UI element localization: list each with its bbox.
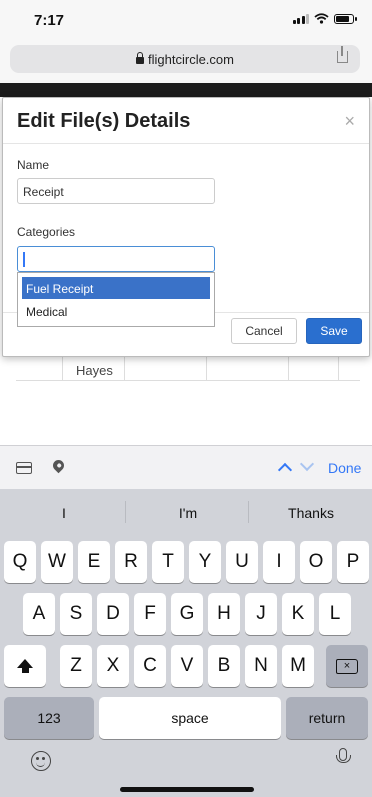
suggestion-3[interactable]: Thanks	[249, 505, 372, 521]
key-w[interactable]: W	[41, 541, 73, 583]
key-b[interactable]: B	[208, 645, 240, 687]
key-k[interactable]: K	[282, 593, 314, 635]
microphone-icon[interactable]	[336, 748, 351, 763]
done-button[interactable]: Done	[328, 460, 361, 476]
key-y[interactable]: Y	[189, 541, 221, 583]
name-field[interactable]: Receipt	[17, 178, 215, 204]
wifi-icon	[314, 13, 329, 24]
card-icon[interactable]	[16, 462, 32, 474]
key-a[interactable]: A	[23, 593, 55, 635]
signal-icon	[292, 13, 309, 24]
key-i[interactable]: I	[263, 541, 295, 583]
home-indicator	[120, 787, 254, 792]
suggestion-1[interactable]: I	[2, 505, 126, 521]
key-d[interactable]: D	[97, 593, 129, 635]
key-g[interactable]: G	[171, 593, 203, 635]
key-f[interactable]: F	[134, 593, 166, 635]
key-c[interactable]: C	[134, 645, 166, 687]
site-header	[0, 83, 372, 97]
categories-dropdown: Fuel Receipt Medical	[17, 272, 215, 327]
chevron-down-icon[interactable]	[299, 456, 315, 472]
key-q[interactable]: Q	[4, 541, 36, 583]
key-t[interactable]: T	[152, 541, 184, 583]
keyboard: I I'm Thanks Q W E R T Y U I O P A S D F…	[0, 489, 372, 797]
categories-label: Categories	[17, 225, 76, 239]
key-s[interactable]: S	[60, 593, 92, 635]
suggestion-2[interactable]: I'm	[126, 505, 250, 521]
key-z[interactable]: Z	[60, 645, 92, 687]
return-key[interactable]: return	[286, 697, 368, 739]
backspace-icon: ×	[336, 658, 358, 674]
edit-files-modal: Edit File(s) Details × Name Receipt Cate…	[2, 97, 370, 357]
battery-icon	[334, 13, 357, 24]
key-j[interactable]: J	[245, 593, 277, 635]
url-text: flightcircle.com	[148, 51, 234, 67]
modal-title: Edit File(s) Details	[17, 110, 191, 132]
key-l[interactable]: L	[319, 593, 351, 635]
key-p[interactable]: P	[337, 541, 369, 583]
share-icon[interactable]	[337, 46, 348, 63]
dropdown-option-medical[interactable]: Medical	[22, 300, 210, 322]
shift-key[interactable]	[4, 645, 46, 687]
save-button[interactable]: Save	[306, 318, 362, 344]
dropdown-option-fuel-receipt[interactable]: Fuel Receipt	[22, 277, 210, 299]
lock-icon	[136, 51, 145, 64]
suggestion-bar: I I'm Thanks	[0, 489, 372, 535]
key-x[interactable]: X	[97, 645, 129, 687]
space-key[interactable]: space	[99, 697, 281, 739]
cancel-button[interactable]: Cancel	[231, 318, 297, 344]
key-m[interactable]: M	[282, 645, 314, 687]
browser-toolbar: flightcircle.com	[0, 36, 372, 83]
key-v[interactable]: V	[171, 645, 203, 687]
address-bar[interactable]: flightcircle.com	[10, 45, 360, 73]
name-label: Name	[17, 158, 50, 172]
divider	[3, 143, 369, 144]
key-o[interactable]: O	[300, 541, 332, 583]
key-h[interactable]: H	[208, 593, 240, 635]
chevron-up-icon[interactable]	[277, 462, 293, 478]
key-n[interactable]: N	[245, 645, 277, 687]
key-e[interactable]: E	[78, 541, 110, 583]
background-table: Hayes	[16, 353, 360, 381]
table-cell: Hayes	[76, 363, 113, 378]
text-caret	[23, 252, 25, 267]
status-time: 7:17	[34, 12, 65, 29]
categories-input[interactable]	[17, 246, 215, 272]
location-pin-icon[interactable]	[50, 457, 67, 474]
key-r[interactable]: R	[115, 541, 147, 583]
status-bar: 7:17	[0, 0, 372, 36]
close-icon[interactable]: ×	[344, 112, 355, 130]
shift-icon	[17, 658, 33, 673]
status-icons	[292, 13, 357, 24]
keyboard-accessory-bar: Done	[0, 445, 372, 489]
key-u[interactable]: U	[226, 541, 258, 583]
numbers-key[interactable]: 123	[4, 697, 94, 739]
emoji-icon[interactable]	[31, 751, 51, 771]
backspace-key[interactable]: ×	[326, 645, 368, 687]
